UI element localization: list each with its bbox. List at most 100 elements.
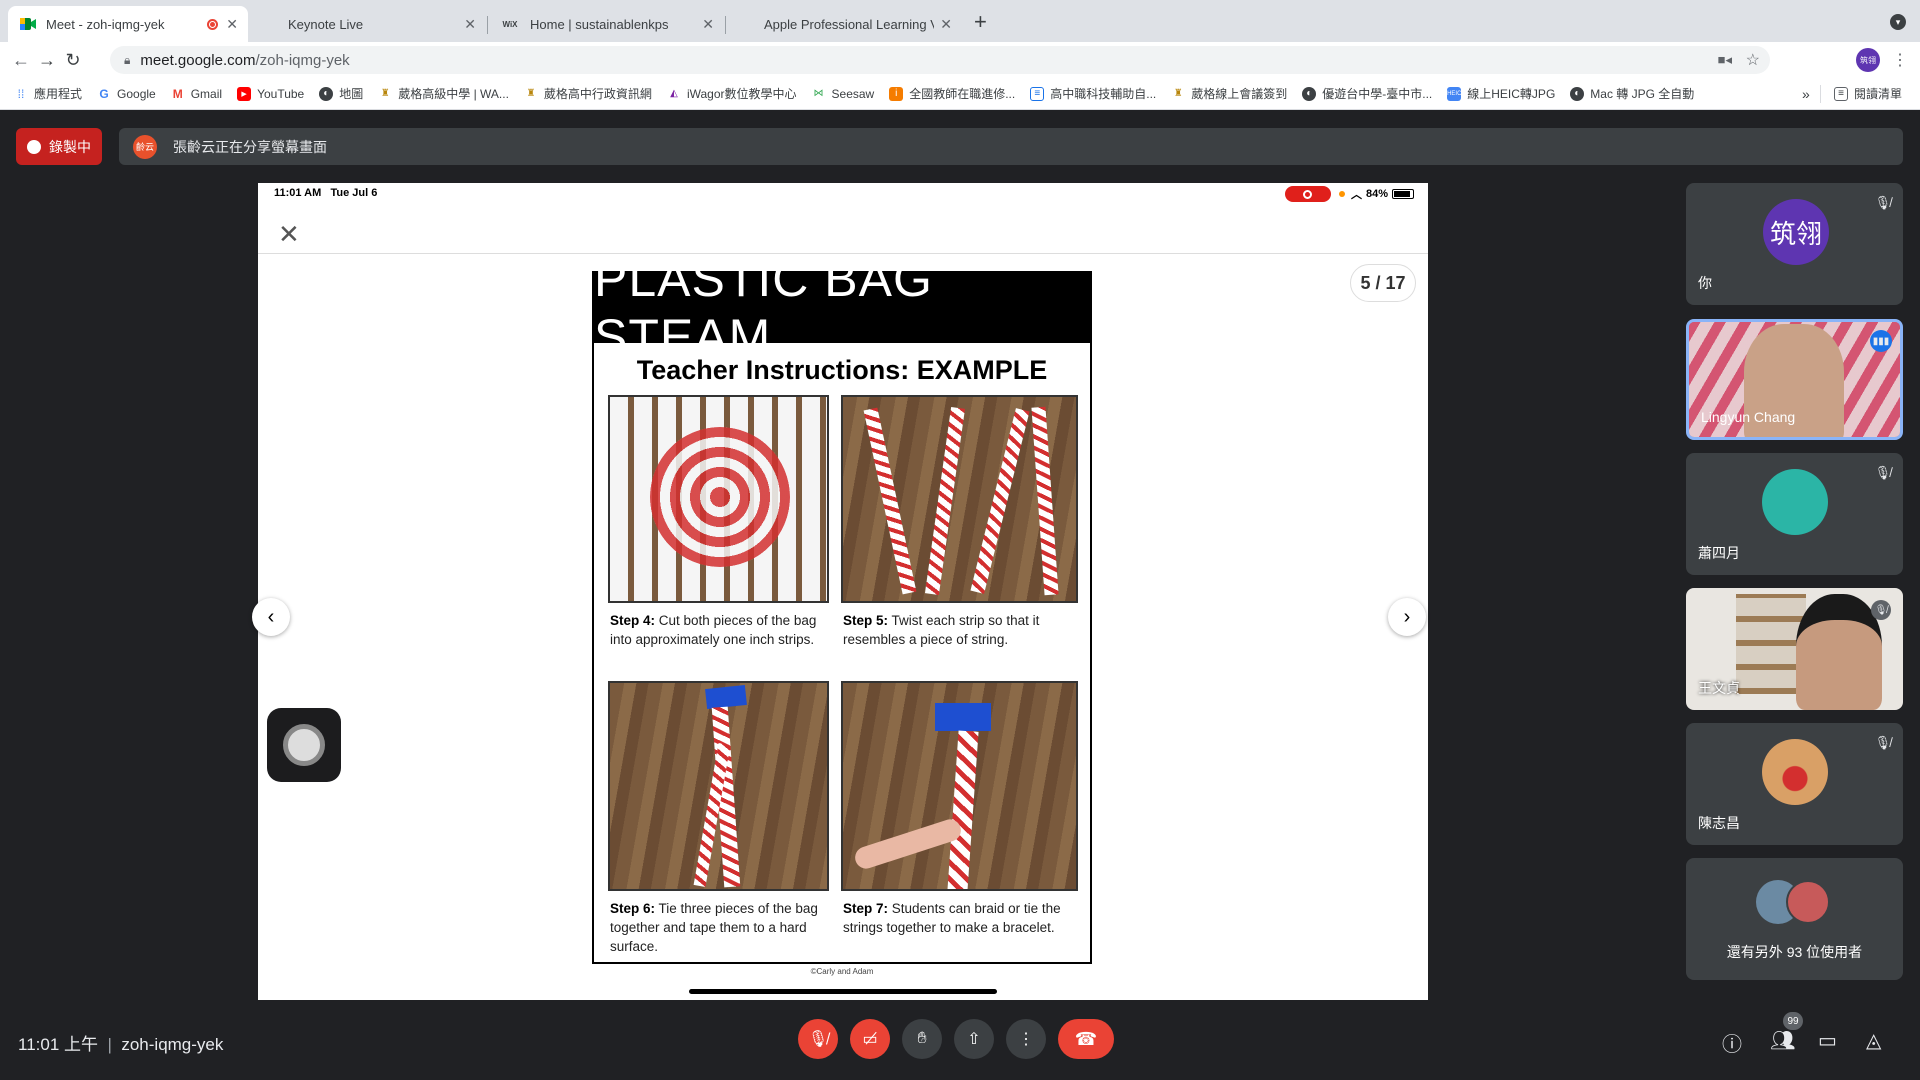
- reading-list[interactable]: ≡ 閱讀清單: [1834, 85, 1902, 102]
- globe-icon: ◐: [1570, 86, 1585, 101]
- bookmark-heic[interactable]: HEIC 線上HEIC轉JPG: [1447, 85, 1555, 102]
- gmail-icon: M: [172, 86, 183, 101]
- shared-screen: 11:01 AM Tue Jul 6 ︿ 84% ✕ 5 / 17 ‹ › PL…: [252, 183, 1428, 1000]
- home-indicator: [689, 989, 997, 994]
- participant-tile-self[interactable]: 筑翎 🎙︎̸ 你: [1686, 183, 1903, 305]
- close-tab-icon[interactable]: ✕: [226, 16, 238, 33]
- mic-off-icon: 🎙︎̸: [807, 1031, 829, 1048]
- bookmark-gmail[interactable]: M Gmail: [171, 87, 222, 101]
- recording-dot-icon: [207, 18, 218, 30]
- step-7-photo: [841, 681, 1078, 891]
- school-crest-icon: ♜: [380, 88, 390, 99]
- step-4-caption: Step 4: Cut both pieces of the bag into …: [610, 613, 817, 647]
- next-slide-button[interactable]: ›: [1388, 598, 1426, 636]
- tab-meet[interactable]: Meet - zoh-iqmg-yek ✕: [8, 6, 248, 42]
- bookmark-taichung[interactable]: ◐ 優遊台中學-臺中市...: [1302, 85, 1432, 102]
- tab-search-icon[interactable]: ▾: [1890, 14, 1906, 30]
- participant-count-badge: 99: [1783, 1012, 1803, 1030]
- mic-off-icon: 🎙︎̸: [1874, 735, 1891, 750]
- bookmark-youtube[interactable]: ▶ YouTube: [237, 86, 304, 101]
- school-crest-icon: ♜: [1173, 88, 1183, 99]
- participant-name: 你: [1698, 275, 1712, 291]
- chrome-menu-icon[interactable]: ⋮: [1892, 50, 1908, 70]
- page-counter: 5 / 17: [1350, 264, 1416, 302]
- avatar: [1786, 880, 1830, 924]
- tab-strip: Meet - zoh-iqmg-yek ✕ Keynote Live ✕ WiX…: [0, 0, 1920, 42]
- apple-icon: [262, 16, 278, 32]
- video-person: [1796, 594, 1882, 710]
- wix-icon: WiX: [502, 19, 518, 29]
- avatar: [1762, 739, 1828, 805]
- camera-toggle[interactable]: ▭̸: [850, 1019, 890, 1059]
- camera-permission-icon[interactable]: ■◂: [1718, 52, 1732, 68]
- mic-off-icon: 🎙︎̸: [1874, 465, 1891, 480]
- speaking-indicator-icon: ▮▮▮: [1870, 330, 1892, 352]
- people-icon[interactable]: 👥︎: [1770, 1028, 1795, 1053]
- bookmark-seesaw[interactable]: ⋈ Seesaw: [812, 87, 875, 101]
- hand-icon: ✋︎: [917, 1030, 927, 1047]
- back-icon[interactable]: ←: [8, 50, 34, 71]
- participant-tile[interactable]: 🎙︎̸ 蕭四月: [1686, 453, 1903, 575]
- url-field[interactable]: 🔒︎ meet.google.com/zoh-iqmg-yek ■◂ ☆: [110, 46, 1770, 74]
- recording-indicator[interactable]: 錄製中: [16, 128, 102, 165]
- google-meet-icon: [20, 16, 36, 32]
- ipad-clock: 11:01 AM Tue Jul 6: [274, 187, 378, 199]
- more-participants-tile[interactable]: 還有另外 93 位使用者: [1686, 858, 1903, 980]
- apps-grid-icon: ⁞⁞: [17, 86, 25, 101]
- more-options-button[interactable]: ⋮: [1006, 1019, 1046, 1059]
- meeting-clock: 11:01 上午 | zoh-iqmg-yek: [18, 1035, 224, 1054]
- close-icon[interactable]: ✕: [278, 219, 300, 250]
- school-crest-icon: ♜: [526, 88, 536, 99]
- forward-icon[interactable]: →: [34, 50, 60, 71]
- previous-slide-button[interactable]: ‹: [252, 598, 290, 636]
- participant-tile-speaking[interactable]: ▮▮▮ Lingyun Chang: [1686, 319, 1903, 440]
- meeting-code: zoh-iqmg-yek: [121, 1035, 224, 1054]
- step-6-photo: [608, 681, 829, 891]
- seesaw-icon: ⋈: [813, 88, 824, 99]
- new-tab-button[interactable]: +: [974, 9, 987, 35]
- close-tab-icon[interactable]: ✕: [464, 16, 476, 33]
- bookmark-tech-assist[interactable]: ≡ 高中職科技輔助自...: [1030, 85, 1156, 102]
- bookmark-iwagor[interactable]: ◭ iWagor數位教學中心: [667, 85, 796, 102]
- google-icon: G: [99, 86, 109, 101]
- url-path: /zoh-iqmg-yek: [255, 51, 350, 69]
- address-bar-row: ← → ↻ 🔒︎ meet.google.com/zoh-iqmg-yek ■◂…: [0, 42, 1920, 78]
- reading-list-icon: ≡: [1834, 86, 1848, 101]
- slide-credit: ©Carly and Adam: [810, 967, 874, 976]
- close-tab-icon[interactable]: ✕: [702, 16, 714, 33]
- activities-icon[interactable]: ◬: [1866, 1028, 1881, 1053]
- bookmark-google[interactable]: G Google: [97, 86, 155, 101]
- participant-tile-video[interactable]: 🎙︎̸ 王文貞: [1686, 588, 1903, 710]
- tab-apple-learning[interactable]: Apple Professional Learning Vi ✕: [726, 6, 962, 42]
- bookmark-maps[interactable]: ◐ 地圖: [319, 85, 363, 102]
- bookmark-mac-jpg[interactable]: ◐ Mac 轉 JPG 全自動: [1570, 85, 1694, 102]
- profile-avatar[interactable]: 筑翎: [1856, 48, 1880, 72]
- battery-icon: [1392, 189, 1414, 199]
- microphone-toggle[interactable]: 🎙︎̸: [798, 1019, 838, 1059]
- bookmark-teacher[interactable]: i 全國教師在職進修...: [889, 85, 1015, 102]
- more-vert-icon: ⋮: [1018, 1031, 1034, 1048]
- leave-call-button[interactable]: ☎︎: [1058, 1019, 1114, 1059]
- participant-tile[interactable]: 🎙︎̸ 陳志昌: [1686, 723, 1903, 845]
- mic-in-use-icon: [1338, 191, 1345, 197]
- bookmark-school-2[interactable]: ♜ 葳格高中行政資訊網: [524, 85, 652, 102]
- presenting-banner: 齡云 張齡云正在分享螢幕畫面: [119, 128, 1903, 165]
- bookmark-signin[interactable]: ♜ 葳格線上會議簽到: [1171, 85, 1288, 102]
- recording-label: 錄製中: [49, 138, 91, 155]
- assistive-touch-button[interactable]: [267, 708, 341, 782]
- bookmark-apps[interactable]: ⁞⁞ 應用程式: [14, 85, 82, 102]
- bookmark-star-icon[interactable]: ☆: [1746, 50, 1760, 70]
- reload-icon[interactable]: ↻: [60, 50, 86, 71]
- tab-wix[interactable]: WiX Home | sustainablenkps ✕: [488, 6, 724, 42]
- present-now-button[interactable]: ⇧: [954, 1019, 994, 1059]
- tab-keynote[interactable]: Keynote Live ✕: [250, 6, 486, 42]
- bookmark-school-1[interactable]: ♜ 葳格高級中學 | WA...: [378, 85, 509, 102]
- bookmarks-overflow-button[interactable]: »: [1802, 86, 1810, 102]
- raise-hand-button[interactable]: ✋︎: [902, 1019, 942, 1059]
- slide-subtitle: Teacher Instructions: EXAMPLE: [636, 355, 1048, 385]
- participant-name: 陳志昌: [1698, 815, 1740, 831]
- close-tab-icon[interactable]: ✕: [940, 16, 952, 33]
- bookmark-divider: [1820, 85, 1821, 103]
- chat-icon[interactable]: ▭: [1818, 1028, 1837, 1053]
- meeting-details-icon[interactable]: ⓘ: [1722, 1028, 1742, 1057]
